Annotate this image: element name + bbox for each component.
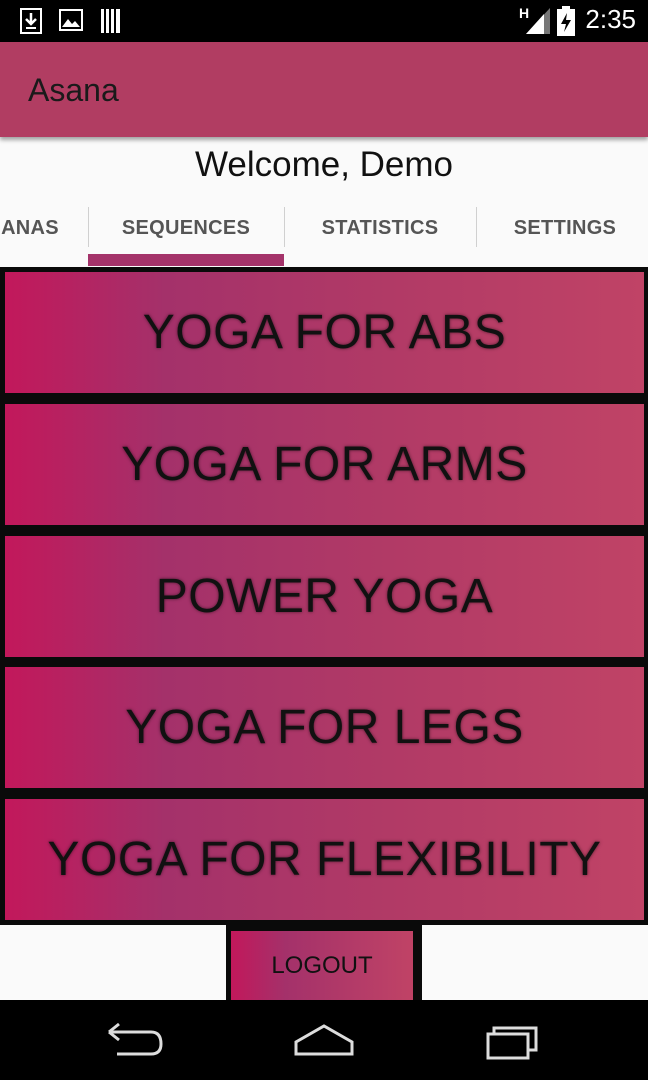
sequence-button-legs[interactable]: YOGA FOR LEGS [5, 667, 644, 788]
navigation-bar [0, 1000, 648, 1080]
recents-icon[interactable] [474, 1020, 554, 1064]
home-icon[interactable] [284, 1020, 364, 1064]
sequence-button-flexibility[interactable]: YOGA FOR FLEXIBILITY [5, 799, 644, 920]
selected-tab-indicator [88, 254, 284, 266]
sequence-button-abs[interactable]: YOGA FOR ABS [5, 272, 644, 393]
logout-frame: LOGOUT [226, 925, 422, 1000]
back-icon[interactable] [95, 1020, 175, 1064]
status-time: 2:35 [585, 4, 636, 34]
image-icon [59, 9, 83, 31]
status-bar: H 2:35 [0, 0, 648, 42]
barcode-icon [101, 9, 120, 33]
battery-charging-icon [557, 6, 575, 36]
tab-statistics[interactable]: STATISTICS [284, 207, 476, 267]
tab-asanas[interactable]: ANAS [0, 207, 88, 267]
sequence-list: YOGA FOR ABS YOGA FOR ARMS POWER YOGA YO… [0, 267, 648, 925]
download-icon [20, 8, 42, 34]
action-bar: Asana [0, 42, 648, 137]
logout-button[interactable]: LOGOUT [231, 931, 413, 1000]
welcome-text: Welcome, Demo [194, 145, 454, 184]
sequence-button-power-yoga[interactable]: POWER YOGA [5, 536, 644, 657]
app-title: Asana [28, 72, 119, 108]
tab-settings[interactable]: SETTINGS [476, 207, 648, 267]
signal-icon [526, 8, 550, 34]
sequence-button-arms[interactable]: YOGA FOR ARMS [5, 404, 644, 525]
